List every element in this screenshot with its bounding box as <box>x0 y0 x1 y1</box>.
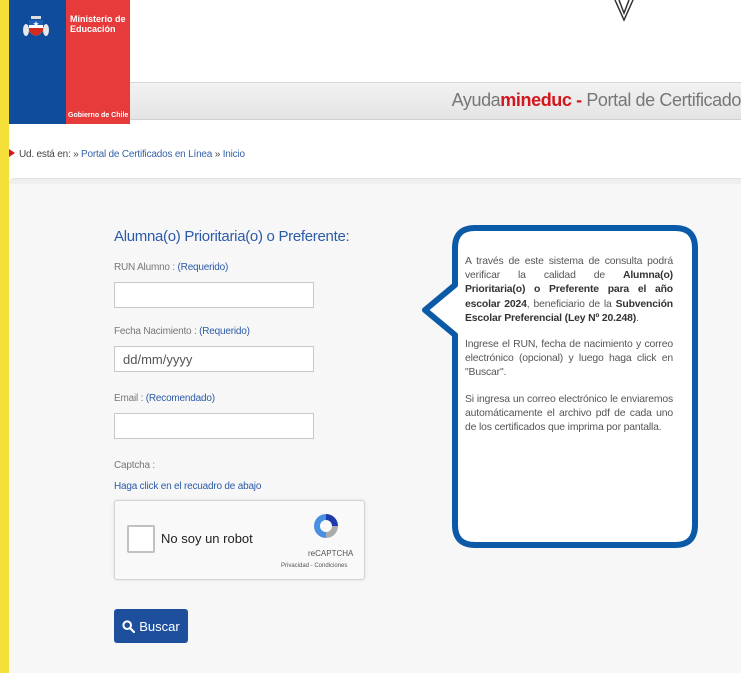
info-paragraph-3: Si ingresa un correo electrónico le envi… <box>465 393 673 434</box>
recaptcha-terms[interactable]: Privacidad - Condiciones <box>281 563 347 569</box>
info-text: A través de este sistema de consulta pod… <box>465 255 673 447</box>
chile-coat-of-arms-icon <box>23 16 49 36</box>
recaptcha-checkbox[interactable] <box>127 525 155 553</box>
fecha-label-text: Fecha Nacimiento : <box>114 326 200 337</box>
fecha-required: (Requerido) <box>199 326 250 337</box>
email-recommended: (Recomendado) <box>145 393 215 404</box>
recaptcha-brand: reCAPTCHA <box>308 549 354 558</box>
portal-brand-prefix: Ayuda <box>451 90 501 110</box>
gobierno-label: Gobierno de Chile <box>68 112 129 119</box>
search-button[interactable]: Buscar <box>114 609 188 643</box>
ministry-name: Ministerio de Educación <box>70 14 126 34</box>
form-title: Alumna(o) Prioritaria(o) o Preferente: <box>114 228 350 245</box>
search-button-label: Buscar <box>139 618 180 634</box>
captcha-hint: Haga click en el recuadro de abajo <box>114 481 262 492</box>
email-label: Email : (Recomendado) <box>114 393 215 404</box>
breadcrumb-link-inicio[interactable]: Inicio <box>223 149 245 160</box>
email-input[interactable] <box>114 413 314 439</box>
info-p1-c: , beneficiario de la <box>526 298 616 310</box>
portal-title-text: Portal de Certificado <box>586 90 741 110</box>
red-arrow-icon <box>9 149 15 157</box>
email-label-text: Email : <box>114 393 146 404</box>
fecha-label: Fecha Nacimiento : (Requerido) <box>114 326 250 337</box>
run-required: (Requerido) <box>177 262 229 273</box>
breadcrumb-lead: Ud. está en: » <box>19 149 82 160</box>
info-p1-e: . <box>636 312 639 324</box>
search-icon <box>122 619 136 633</box>
captcha-label: Captcha : <box>114 460 156 471</box>
run-label: RUN Alumno : (Requerido) <box>114 262 228 273</box>
portal-dash: - <box>571 90 587 110</box>
ministry-line-1: Ministerio de <box>70 14 126 24</box>
recaptcha-logo-icon <box>314 514 338 538</box>
info-paragraph-2: Ingrese el RUN, fecha de nacimiento y co… <box>465 339 673 379</box>
ministry-line-2: Educación <box>70 24 116 34</box>
fecha-nacimiento-input[interactable] <box>114 346 314 372</box>
breadcrumb: Ud. está en: » Portal de Certificados en… <box>9 149 741 165</box>
run-label-text: RUN Alumno : <box>114 262 178 273</box>
recaptcha-widget: No soy un robot reCAPTCHA Privacidad - C… <box>114 500 365 580</box>
chevron-mark-icon <box>614 0 634 22</box>
breadcrumb-link-portal[interactable]: Portal de Certificados en Línea <box>81 149 212 160</box>
recaptcha-label: No soy un robot <box>161 531 253 546</box>
info-paragraph-1: A través de este sistema de consulta pod… <box>465 255 673 326</box>
header: Ministerio de Educación Gobierno de Chil… <box>9 0 741 124</box>
portal-title: Ayudamineduc - Portal de Certificado <box>452 90 741 111</box>
portal-brand-main: mineduc <box>500 90 572 110</box>
logo-blue-block <box>9 0 66 124</box>
run-input[interactable] <box>114 282 314 308</box>
breadcrumb-separator: » <box>212 149 223 160</box>
